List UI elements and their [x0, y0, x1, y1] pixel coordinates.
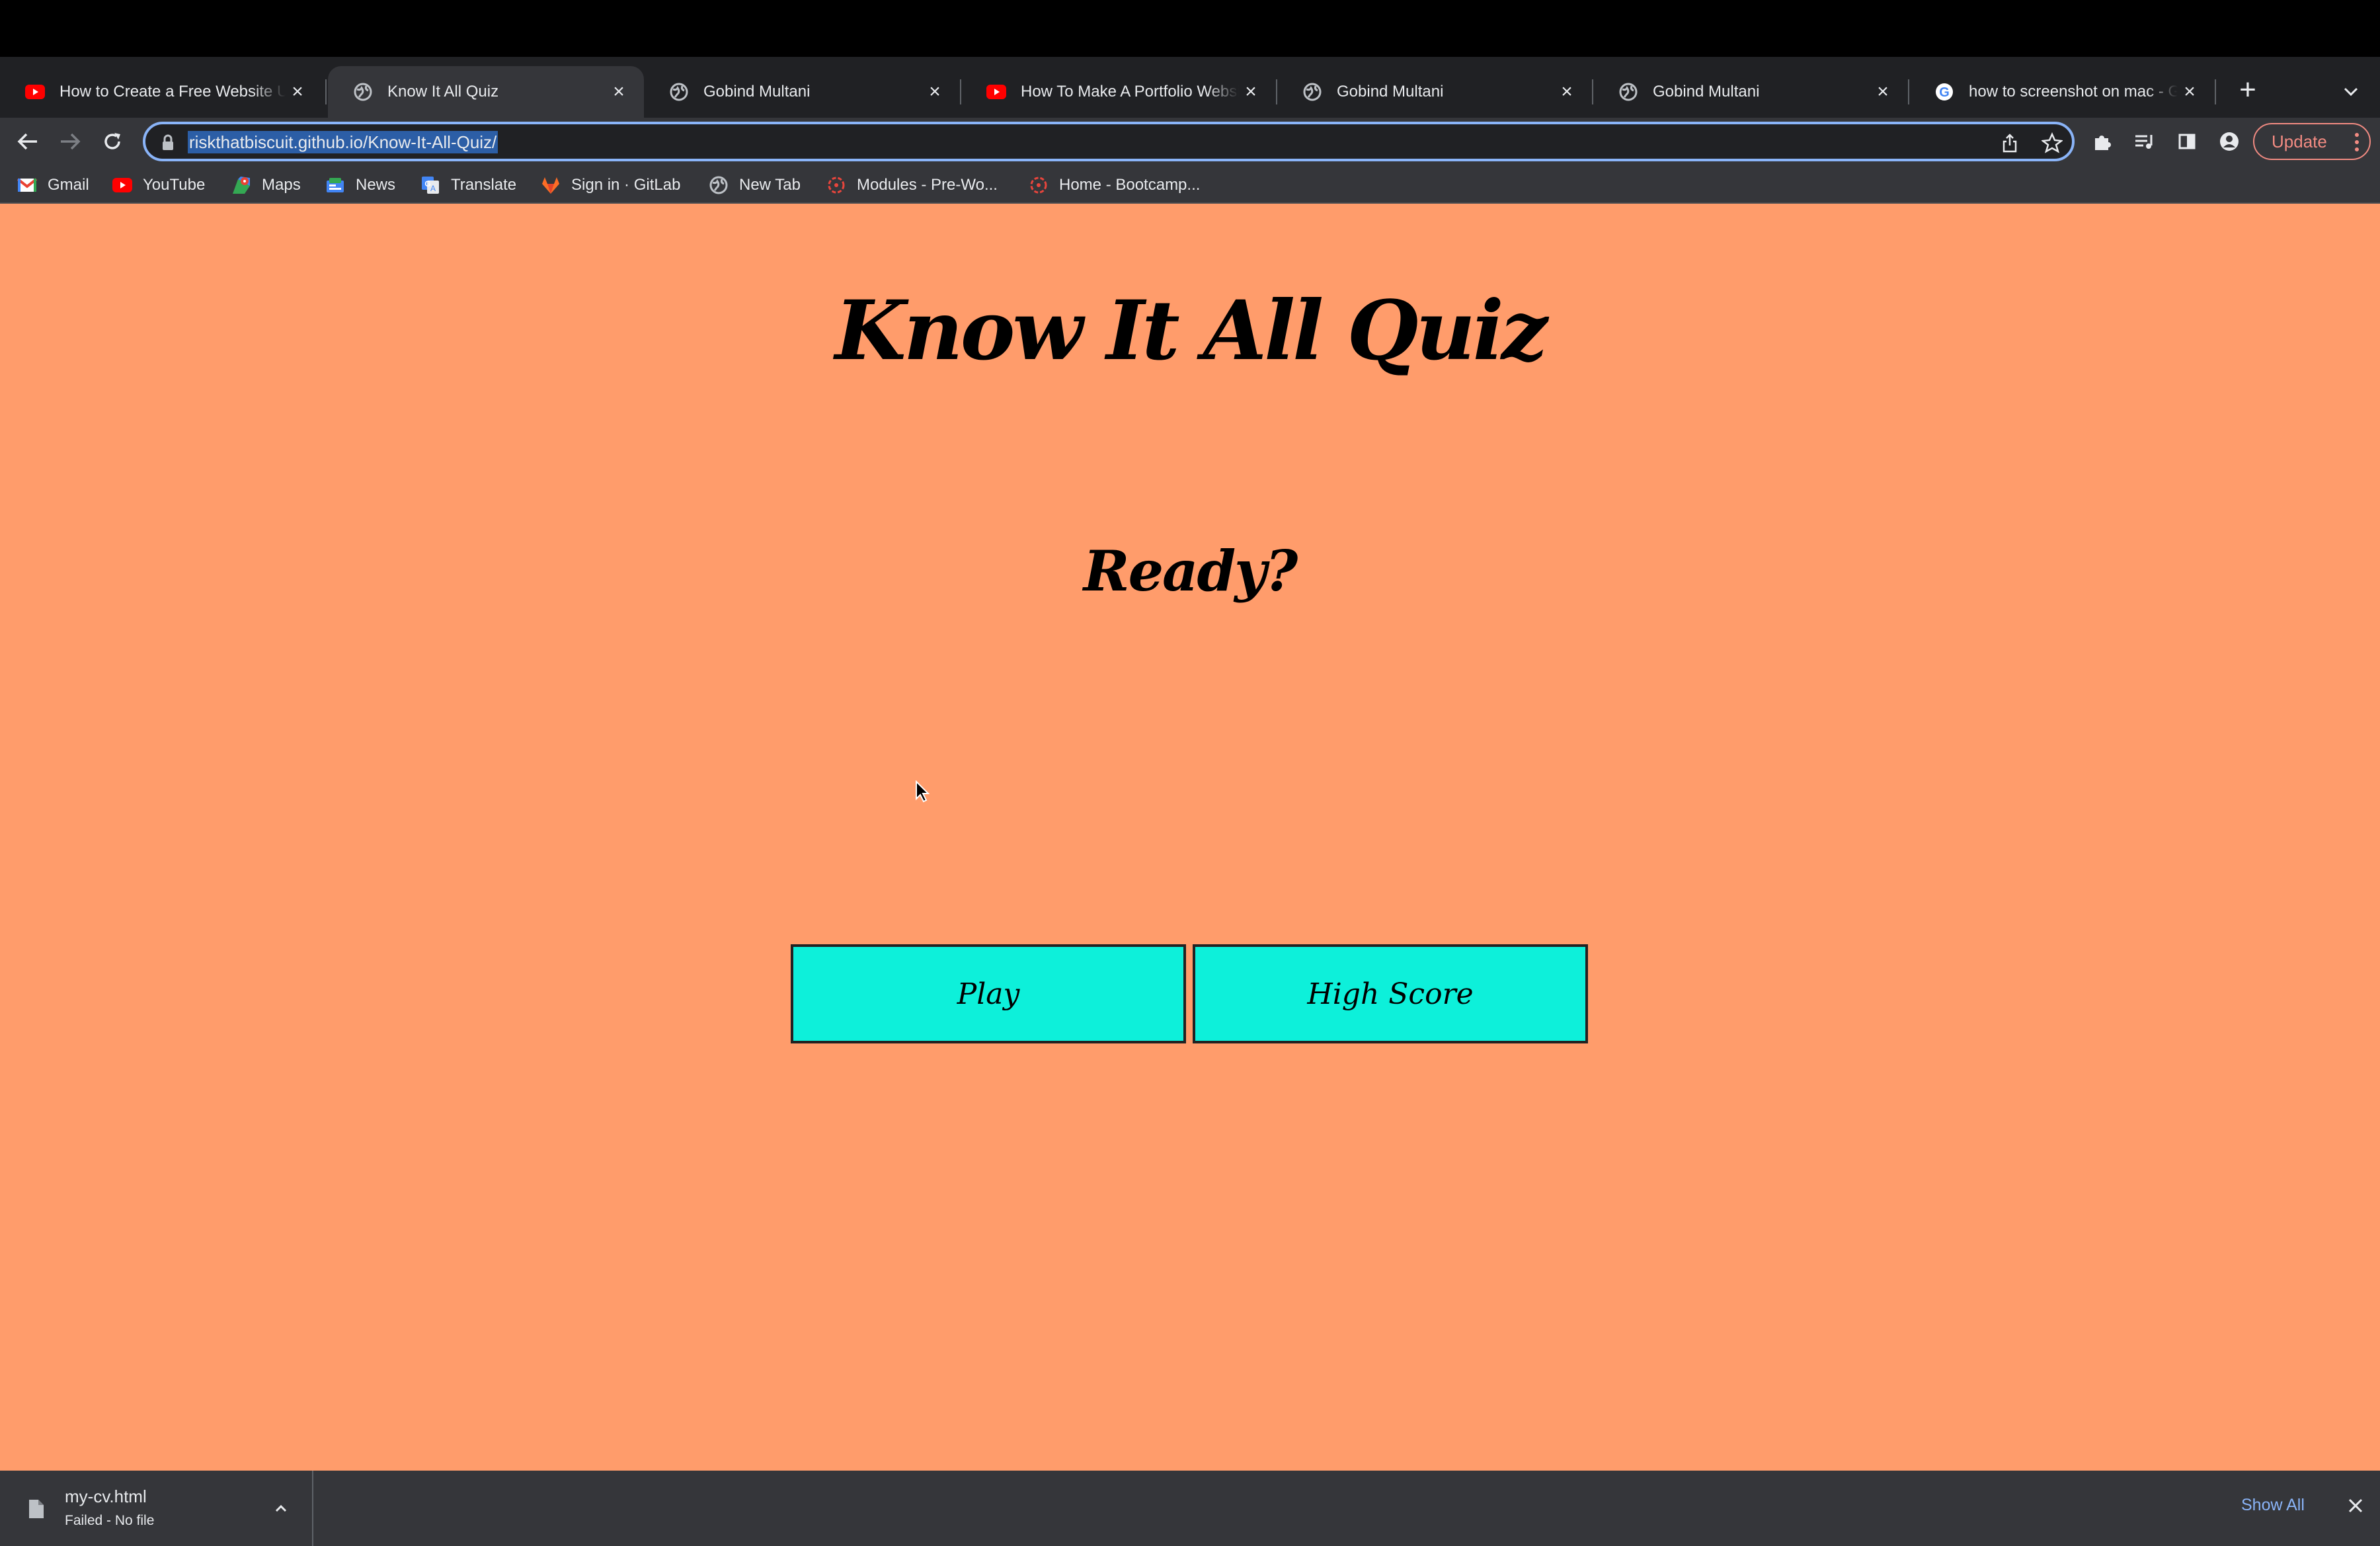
- url-text[interactable]: riskthatbiscuit.github.io/Know-It-All-Qu…: [188, 131, 498, 153]
- page-content: Know It All Quiz Ready? Play High Score: [0, 204, 2380, 1471]
- profile-avatar-icon[interactable]: [2215, 127, 2244, 156]
- bookmark-label: Translate: [451, 176, 517, 194]
- ready-heading: Ready?: [1083, 538, 1298, 604]
- show-all-button[interactable]: Show All: [2241, 1496, 2305, 1515]
- bookmark-label: YouTube: [143, 176, 206, 194]
- youtube-icon: [25, 82, 45, 102]
- tab-title: Gobind Multani: [703, 83, 811, 101]
- youtube-icon: [112, 175, 132, 195]
- close-icon[interactable]: ×: [1555, 80, 1579, 104]
- close-icon[interactable]: ×: [607, 80, 631, 104]
- translate-icon: GA: [420, 175, 440, 195]
- tab-know-it-all-quiz[interactable]: Know It All Quiz ×: [328, 66, 644, 118]
- close-icon[interactable]: ×: [286, 80, 309, 104]
- browser-toolbar: riskthatbiscuit.github.io/Know-It-All-Qu…: [0, 118, 2380, 167]
- youtube-icon: [986, 82, 1006, 102]
- tab-title: how to screenshot on mac - Google Search: [1969, 83, 2178, 101]
- news-icon: [325, 175, 345, 195]
- download-status: Failed - No file: [65, 1513, 155, 1528]
- close-icon[interactable]: [2346, 1496, 2365, 1516]
- bookmark-label: Maps: [262, 176, 301, 194]
- tab-title: Gobind Multani: [1653, 83, 1760, 101]
- tab-gobind-multani-3[interactable]: Gobind Multani ×: [1593, 66, 1908, 118]
- bookmark-new-tab[interactable]: New Tab: [709, 172, 801, 198]
- more-menu-icon[interactable]: [2354, 132, 2360, 152]
- tab-title: How to Create a Free Website Using GitHu…: [60, 83, 286, 101]
- tab-title: Gobind Multani: [1337, 83, 1444, 101]
- share-icon[interactable]: [1997, 130, 2023, 156]
- tab-gobind-multani-2[interactable]: Gobind Multani ×: [1277, 66, 1592, 118]
- tab-separator: [325, 79, 327, 104]
- reload-icon[interactable]: [95, 124, 130, 159]
- globe-icon: [669, 82, 689, 102]
- tab-google-search[interactable]: G how to screenshot on mac - Google Sear…: [1909, 66, 2215, 118]
- tab-github-pages-video[interactable]: How to Create a Free Website Using GitHu…: [0, 66, 323, 118]
- download-item[interactable]: my-cv.html Failed - No file: [0, 1471, 313, 1546]
- high-score-button[interactable]: High Score: [1193, 944, 1588, 1043]
- bookmark-label: Modules - Pre-Wo...: [857, 176, 998, 194]
- update-button[interactable]: Update: [2253, 123, 2371, 160]
- new-tab-button[interactable]: +: [2235, 75, 2261, 104]
- forward-arrow-icon[interactable]: [53, 124, 87, 159]
- globe-icon: [353, 82, 373, 102]
- tab-portfolio-video[interactable]: How To Make A Portfolio Website ×: [961, 66, 1276, 118]
- bookmark-maps[interactable]: Maps: [231, 172, 301, 198]
- back-arrow-icon[interactable]: [11, 124, 45, 159]
- bookmark-label: News: [356, 176, 396, 194]
- svg-text:G: G: [1939, 85, 1950, 100]
- tab-title: How To Make A Portfolio Website: [1021, 83, 1239, 101]
- mouse-cursor-icon: [916, 780, 930, 803]
- close-icon[interactable]: ×: [923, 80, 947, 104]
- chevron-up-icon[interactable]: [272, 1500, 290, 1517]
- globe-icon: [1618, 82, 1638, 102]
- svg-text:A: A: [430, 184, 436, 193]
- bookmark-youtube[interactable]: YouTube: [112, 172, 205, 198]
- address-bar[interactable]: riskthatbiscuit.github.io/Know-It-All-Qu…: [143, 122, 2075, 161]
- lock-icon[interactable]: [159, 134, 177, 152]
- maps-icon: [231, 175, 251, 195]
- play-button[interactable]: Play: [791, 944, 1186, 1043]
- bootcamp-icon: [1029, 175, 1049, 195]
- close-icon[interactable]: ×: [1871, 80, 1895, 104]
- bookmark-gitlab[interactable]: Sign in · GitLab: [541, 172, 680, 198]
- bootcamp-icon: [826, 175, 846, 195]
- bookmark-label: New Tab: [739, 176, 801, 194]
- gitlab-icon: [541, 175, 561, 195]
- media-controls-icon[interactable]: [2130, 127, 2159, 156]
- bookmark-label: Home - Bootcamp...: [1059, 176, 1201, 194]
- bookmarks-bar: Gmail YouTube Maps News GA Translate Sig…: [0, 167, 2380, 204]
- bookmark-modules[interactable]: Modules - Pre-Wo...: [826, 172, 998, 198]
- tab-gobind-multani-1[interactable]: Gobind Multani ×: [644, 66, 960, 118]
- bookmark-gmail[interactable]: Gmail: [17, 172, 89, 198]
- bookmark-translate[interactable]: GA Translate: [420, 172, 516, 198]
- bookmark-news[interactable]: News: [325, 172, 395, 198]
- download-file-name: my-cv.html: [65, 1486, 147, 1506]
- google-icon: G: [1934, 82, 1954, 102]
- tab-separator: [2215, 79, 2216, 104]
- extensions-puzzle-icon[interactable]: [2088, 127, 2117, 156]
- bookmark-label: Sign in · GitLab: [571, 176, 681, 194]
- side-panel-icon[interactable]: [2172, 127, 2202, 156]
- file-icon: [29, 1500, 44, 1518]
- page-title: Know It All Quiz: [834, 283, 1548, 379]
- bookmark-star-icon[interactable]: [2039, 130, 2065, 156]
- tab-search-chevron-icon[interactable]: [2338, 79, 2364, 103]
- update-label: Update: [2272, 131, 2327, 151]
- mac-menu-bar: [0, 0, 2380, 57]
- globe-icon: [709, 175, 729, 195]
- close-icon[interactable]: ×: [1239, 80, 1263, 104]
- bookmark-label: Gmail: [48, 176, 89, 194]
- gmail-icon: [17, 175, 37, 195]
- tab-title: Know It All Quiz: [387, 83, 499, 101]
- bookmark-home-bootcamp[interactable]: Home - Bootcamp...: [1029, 172, 1200, 198]
- globe-icon: [1302, 82, 1322, 102]
- close-icon[interactable]: ×: [2178, 80, 2202, 104]
- tab-strip: How to Create a Free Website Using GitHu…: [0, 57, 2380, 118]
- downloads-bar: my-cv.html Failed - No file Show All: [0, 1471, 2380, 1546]
